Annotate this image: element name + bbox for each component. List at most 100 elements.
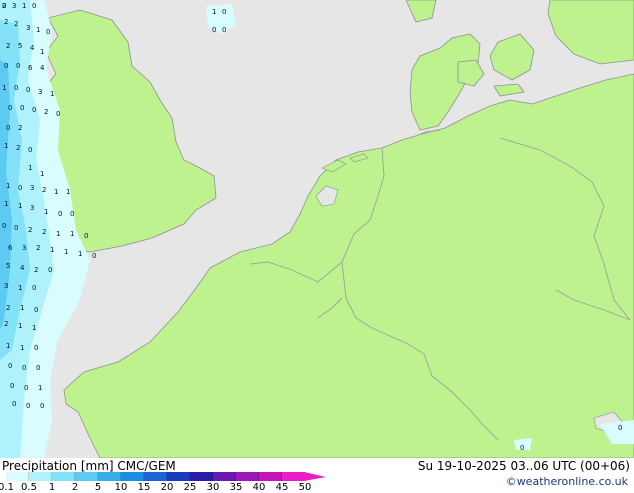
legend-cell [98,472,121,481]
map-title: Precipitation [mm] CMC/GEM [2,459,176,473]
precip-value-label: 0 [6,124,10,132]
precip-value-label: 0 [222,8,226,16]
precip-value-label: 0 [32,106,36,114]
precip-value-label: 3 [30,184,34,192]
precip-value-label: 0 [22,364,26,372]
precip-value-label: 0 [20,104,24,112]
precip-value-label: 0 [92,252,96,260]
precip-value-label: 1 [40,170,44,178]
legend-tick-label: 15 [137,482,151,493]
legend-color-bar [6,472,305,481]
precip-value-label: 2 [42,186,46,194]
precip-value-label: 1 [20,344,24,352]
legend-tick-label: 1 [48,482,56,493]
legend-cell [282,472,305,481]
precip-value-label: 0 [24,384,28,392]
precip-value-label: 2 [28,226,32,234]
precip-value-label: 3 [26,24,30,32]
precip-value-label: 0 [520,444,524,452]
legend-tick-label: 0.5 [21,482,37,493]
legend-cell [6,472,29,481]
precip-value-label: 1 [38,384,42,392]
precip-value-label: 5 [6,262,10,270]
precip-value-label: 2 [18,124,22,132]
precip-value-label: 1 [18,202,22,210]
legend-tick-label: 45 [275,482,289,493]
precip-value-label: 1 [50,90,54,98]
precip-value-label: 1 [4,142,8,150]
precip-value-label: 0 [8,104,12,112]
precip-value-label: 6 [8,244,13,252]
map-footer: Precipitation [mm] CMC/GEM Su 19-10-2025… [0,458,634,493]
precip-value-label: 1 [20,304,24,312]
legend-tick-label: 40 [252,482,266,493]
precip-value-label: 6 [28,64,33,72]
precip-value-label: 1 [6,342,10,350]
legend-cell [167,472,190,481]
precip-value-label: 3 [4,282,8,290]
precip-value-label: 1 [50,246,54,254]
legend-cell [75,472,98,481]
precip-value-label: 0 [212,26,216,34]
precip-value-label: 0 [36,364,40,372]
precip-value-label: 5 [18,42,22,50]
precip-value-label: 3 [12,2,16,10]
precip-value-label: 2 [36,244,40,252]
precip-value-label: 2 [42,228,46,236]
precip-value-label: 0 [222,26,226,34]
legend-tick-label: 30 [206,482,220,493]
precip-value-label: 0 [12,400,16,408]
precip-value-label: 0 [10,382,14,390]
precip-value-label: 1 [212,8,216,16]
precip-value-label: 2 [6,42,10,50]
legend-tick-label: 5 [94,482,102,493]
precip-value-label: 1 [54,188,58,196]
credit-link[interactable]: ©weatheronline.co.uk [506,475,628,488]
precip-value-label: 4 [20,264,25,272]
precip-value-label: 0 [14,224,18,232]
precip-value-label: 0 [8,362,12,370]
precip-value-label: 1 [18,284,22,292]
precip-value-label: 1 [28,164,32,172]
precip-value-label: 0 [2,222,6,230]
precip-value-label: 0 [28,146,32,154]
precip-value-label: 1 [78,250,82,258]
precip-value-label: 0 [16,62,20,70]
precip-value-label: 2 [4,18,8,26]
legend-cell [52,472,75,481]
precipitation-map: 2 3 1 02 2 3 1 02 5 4 10 0 6 41 0 0 3 10 0 0 2 00 201 2111 0 3 2 1 1… [0,0,634,458]
precip-value-label: 2 [34,266,38,274]
precip-value-label: 1 [40,48,44,56]
precip-value-label: 2 [4,320,8,328]
precip-value-label: 0 [32,284,36,292]
precip-value-label: 1 [6,182,10,190]
precip-value-label: 0 [56,110,60,118]
precip-value-label: 1 [70,230,74,238]
precip-value-label: 4 [30,44,35,52]
precip-value-label: 2 [6,304,10,312]
precip-value-label: 1 [4,200,8,208]
legend-cell [236,472,259,481]
precip-value-label: 0 [14,84,18,92]
precip-value-label: 0 [2,2,6,10]
legend-cell [29,472,52,481]
legend-tick-label: 25 [183,482,197,493]
precip-value-label: 0 [58,210,62,218]
precip-value-label: 3 [30,204,34,212]
legend-cell [190,472,213,481]
legend-tick-label: 50 [298,482,312,493]
valid-time: Su 19-10-2025 03..06 UTC (00+06) [417,459,630,473]
precip-value-label: 1 [36,26,40,34]
precip-value-label: 0 [26,86,30,94]
precip-value-label: 1 [22,2,26,10]
precip-value-label: 1 [44,208,48,216]
precip-value-label: 3 [22,244,26,252]
legend-cell [121,472,144,481]
precip-value-label: 2 [16,144,20,152]
legend-tick-label: 35 [229,482,243,493]
precip-value-label: 0 [46,28,50,36]
legend-tick-label: 2 [71,482,79,493]
legend-cell [259,472,282,481]
precip-value-label: 1 [66,188,70,196]
precip-value-label: 1 [18,322,22,330]
